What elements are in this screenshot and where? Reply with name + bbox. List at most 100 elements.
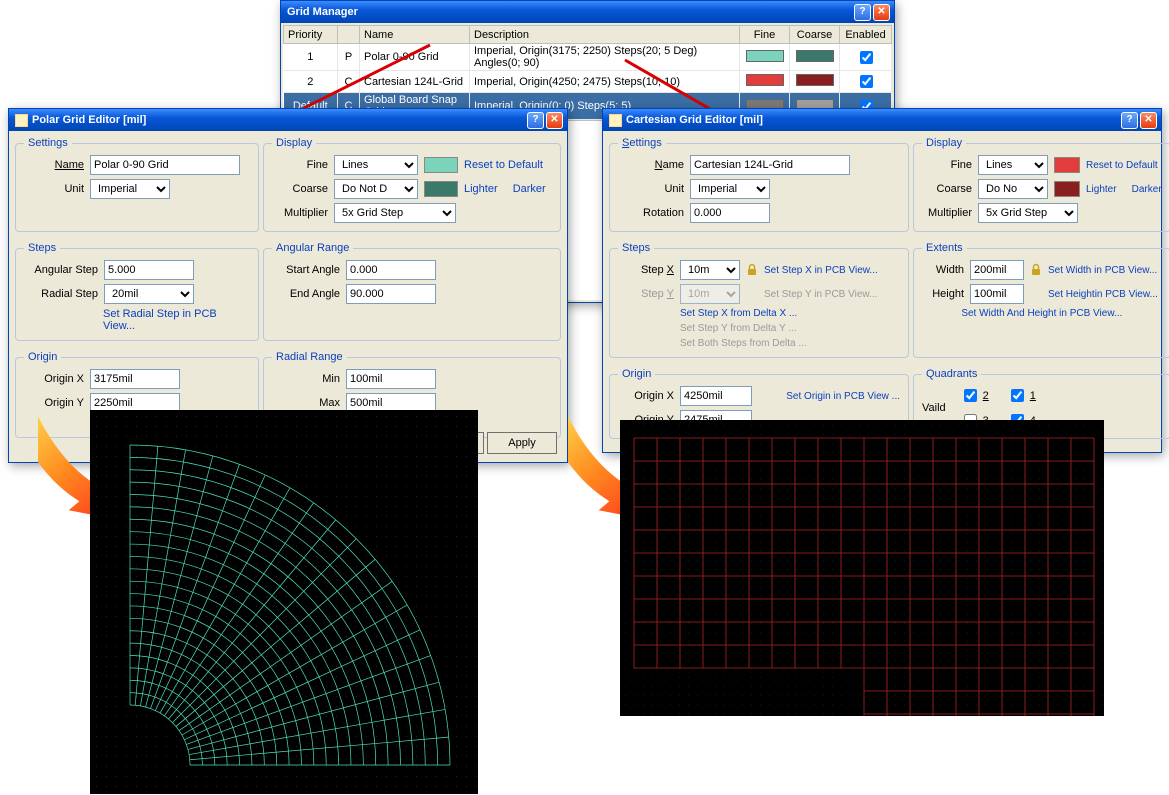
polar-editor-title: Polar Grid Editor [mil] xyxy=(32,114,525,126)
start-angle-label: Start Angle xyxy=(272,264,340,276)
fine-color-swatch[interactable] xyxy=(424,157,458,173)
cart-origin-legend: Origin xyxy=(618,368,655,380)
fine-label: Fine xyxy=(922,159,972,171)
coarse-label: Coarse xyxy=(272,183,328,195)
coarse-color-swatch[interactable] xyxy=(1054,181,1080,197)
height-label: Height xyxy=(922,288,964,300)
set-origin-link[interactable]: Set Origin in PCB View ... xyxy=(786,391,900,402)
cartesian-editor-title: Cartesian Grid Editor [mil] xyxy=(626,114,1119,126)
width-label: Width xyxy=(922,264,964,276)
help-button[interactable]: ? xyxy=(1121,112,1138,129)
end-angle-label: End Angle xyxy=(272,288,340,300)
radial-step-select[interactable]: 20mil xyxy=(104,284,194,304)
coarse-select[interactable]: Do Not Draw xyxy=(334,179,418,199)
polar-origin-legend: Origin xyxy=(24,351,61,363)
fine-select[interactable]: Lines xyxy=(334,155,418,175)
reset-default-link[interactable]: Reset to Default xyxy=(1086,160,1158,171)
darker-link[interactable]: Darker xyxy=(513,183,546,195)
close-button[interactable]: ✕ xyxy=(1140,112,1157,129)
polar-settings-fieldset: Settings Name Unit Imperial xyxy=(15,137,259,232)
set-step-x-link[interactable]: Set Step X in PCB View... xyxy=(764,265,878,276)
lock-icon[interactable] xyxy=(1030,263,1042,277)
valid-label: Vaild xyxy=(922,402,946,414)
enabled-checkbox[interactable] xyxy=(860,75,873,88)
set-height-link[interactable]: Set Heightin PCB View... xyxy=(1048,289,1158,300)
column-enabled[interactable]: Enabled xyxy=(840,26,892,44)
help-button[interactable]: ? xyxy=(854,4,871,21)
name-input[interactable] xyxy=(90,155,240,175)
fine-label: Fine xyxy=(272,159,328,171)
width-input[interactable] xyxy=(970,260,1024,280)
unit-select[interactable]: Imperial xyxy=(690,179,770,199)
height-input[interactable] xyxy=(970,284,1024,304)
angular-step-input[interactable] xyxy=(104,260,194,280)
close-button[interactable]: ✕ xyxy=(873,4,890,21)
fine-color-swatch[interactable] xyxy=(1054,157,1080,173)
apply-button[interactable]: Apply xyxy=(487,432,557,454)
fine-select[interactable]: Lines xyxy=(978,155,1048,175)
polar-settings-legend: Settings xyxy=(24,137,72,149)
polar-angular-range-fieldset: Angular Range Start Angle End Angle xyxy=(263,242,561,341)
start-angle-input[interactable] xyxy=(346,260,436,280)
both-steps-from-delta-link: Set Both Steps from Delta ... xyxy=(680,338,807,349)
cart-steps-fieldset: Steps Step X 10mil Set Step X in PCB Vie… xyxy=(609,242,909,358)
set-step-y-link: Set Step Y in PCB View... xyxy=(764,289,877,300)
step-x-select[interactable]: 10mil xyxy=(680,260,740,280)
radial-min-input[interactable] xyxy=(346,369,436,389)
cart-settings-fieldset: SSettingsettings Name Unit Imperial Rota… xyxy=(609,137,909,232)
column-description[interactable]: Description xyxy=(470,26,740,44)
step-x-from-delta-link[interactable]: Set Step X from Delta X ... xyxy=(680,308,797,319)
unit-select[interactable]: Imperial xyxy=(90,179,170,199)
reset-default-link[interactable]: Reset to Default xyxy=(464,159,543,171)
set-radial-step-link[interactable]: Set Radial Step in PCB View... xyxy=(103,308,250,332)
polar-steps-legend: Steps xyxy=(24,242,60,254)
cart-display-legend: Display xyxy=(922,137,966,149)
end-angle-input[interactable] xyxy=(346,284,436,304)
step-y-select: 10mil xyxy=(680,284,740,304)
coarse-select[interactable]: Do Not Draw xyxy=(978,179,1048,199)
name-label: Name xyxy=(24,159,84,171)
multiplier-select[interactable]: 5x Grid Step xyxy=(978,203,1078,223)
polar-display-fieldset: Display Fine Lines Reset to Default Coar… xyxy=(263,137,561,232)
app-icon xyxy=(15,114,28,127)
darker-link[interactable]: Darker xyxy=(1132,184,1162,195)
polar-angular-range-legend: Angular Range xyxy=(272,242,353,254)
cart-extents-fieldset: Extents Width Set Width in PCB View... H… xyxy=(913,242,1169,358)
radial-max-label: Max xyxy=(272,397,340,409)
lighter-link[interactable]: Lighter xyxy=(464,183,498,195)
cart-steps-legend: Steps xyxy=(618,242,654,254)
step-y-label: Step Y xyxy=(618,288,674,300)
arrow-to-polar-preview xyxy=(38,405,98,535)
cartesian-preview xyxy=(620,420,1104,716)
column-coarse[interactable]: Coarse xyxy=(790,26,840,44)
cart-display-fieldset: Display Fine Lines Reset to Default Coar… xyxy=(913,137,1169,232)
help-button[interactable]: ? xyxy=(527,112,544,129)
cartesian-editor-titlebar: Cartesian Grid Editor [mil] ? ✕ xyxy=(603,109,1161,131)
quadrant-1-checkbox[interactable]: 1 xyxy=(1007,386,1036,405)
origin-x-label: Origin X xyxy=(618,390,674,402)
column-fine[interactable]: Fine xyxy=(740,26,790,44)
grid-manager-titlebar: Grid Manager ? ✕ xyxy=(281,1,894,23)
enabled-checkbox[interactable] xyxy=(860,51,873,64)
rotation-label: Rotation xyxy=(618,207,684,219)
origin-x-input[interactable] xyxy=(680,386,752,406)
grid-manager-title: Grid Manager xyxy=(287,6,852,18)
lighter-link[interactable]: Lighter xyxy=(1086,184,1117,195)
rotation-input[interactable] xyxy=(690,203,770,223)
cart-quadrants-legend: Quadrants xyxy=(922,368,981,380)
multiplier-select[interactable]: 5x Grid Step xyxy=(334,203,456,223)
set-width-height-link[interactable]: Set Width And Height in PCB View... xyxy=(961,308,1122,319)
set-width-link[interactable]: Set Width in PCB View... xyxy=(1048,265,1157,276)
name-input[interactable] xyxy=(690,155,850,175)
coarse-color-swatch[interactable] xyxy=(424,181,458,197)
quadrant-2-checkbox[interactable]: 2 xyxy=(960,386,989,405)
origin-x-input[interactable] xyxy=(90,369,180,389)
radial-min-label: Min xyxy=(272,373,340,385)
step-x-label: Step X xyxy=(618,264,674,276)
arrow-to-cartesian-preview xyxy=(568,405,628,535)
polar-radial-range-legend: Radial Range xyxy=(272,351,347,363)
close-button[interactable]: ✕ xyxy=(546,112,563,129)
app-icon xyxy=(609,114,622,127)
multiplier-label: Multiplier xyxy=(922,207,972,219)
lock-icon[interactable] xyxy=(746,263,758,277)
